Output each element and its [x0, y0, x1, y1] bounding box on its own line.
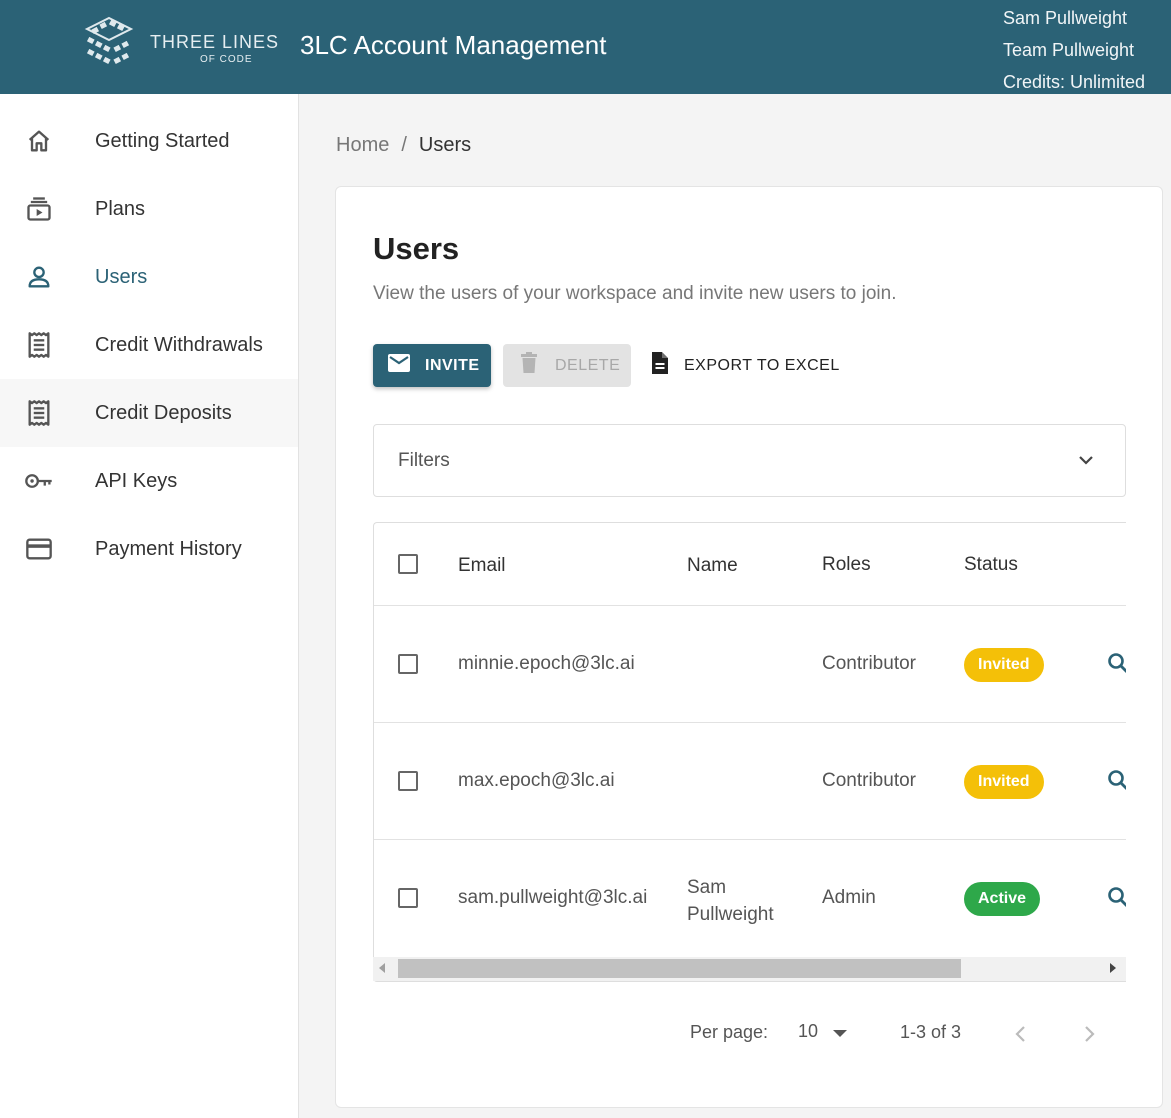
per-page-select[interactable]: 10 [798, 1021, 848, 1043]
breadcrumb-current: Users [418, 134, 472, 156]
chevron-right-icon[interactable] [1082, 1024, 1096, 1049]
row-checkbox[interactable] [398, 654, 418, 674]
delete-button-label: DELETE [555, 356, 621, 374]
user-name[interactable]: Sam Pullweight [1003, 2, 1145, 34]
cell-name-last: Pullweight [687, 904, 774, 925]
cell-name-first: Sam [687, 877, 727, 898]
cell-email: max.epoch@3lc.ai [458, 770, 615, 791]
cell-email: sam.pullweight@3lc.ai [458, 887, 648, 908]
chevron-down-icon [1077, 451, 1095, 474]
search-icon[interactable] [1107, 769, 1126, 796]
email-icon [387, 353, 411, 378]
per-page-value: 10 [798, 1021, 819, 1041]
chevron-left-icon[interactable] [1014, 1024, 1028, 1049]
three-lines-logo[interactable]: THREE LINES OF CODE [84, 16, 278, 70]
top-app-bar: THREE LINES OF CODE 3LC Account Manageme… [0, 0, 1171, 94]
app-title: 3LC Account Management [300, 30, 607, 60]
column-header-email[interactable]: Email [458, 555, 506, 577]
column-header-name[interactable]: Name [687, 555, 738, 577]
export-button-label: EXPORT TO EXCEL [684, 356, 840, 374]
sidebar-item-payment-history[interactable]: Payment History [0, 515, 298, 583]
pagination-range: 1-3 of 3 [900, 1022, 962, 1042]
user-icon [24, 262, 54, 292]
scrollbar-thumb[interactable] [398, 959, 961, 978]
export-to-excel-button[interactable]: EXPORT TO EXCEL [648, 344, 848, 387]
logo-text-primary: THREE LINES [150, 32, 280, 52]
page-subtitle: View the users of your workspace and inv… [373, 283, 897, 304]
breadcrumb-separator: / [401, 134, 407, 156]
filters-accordion[interactable]: Filters [373, 424, 1126, 497]
search-icon[interactable] [1107, 652, 1126, 679]
status-badge: Invited [964, 765, 1044, 799]
table-horizontal-scrollbar[interactable] [373, 957, 1126, 981]
cell-role: Contributor [822, 653, 916, 674]
table-row: minnie.epoch@3lc.ai Contributor Invited [374, 606, 1126, 723]
sidebar-item-label: Credit Withdrawals [95, 333, 263, 356]
breadcrumb-home-link[interactable]: Home [336, 134, 389, 156]
sidebar-item-api-keys[interactable]: API Keys [0, 447, 298, 515]
sidebar-item-credit-deposits[interactable]: Credit Deposits [0, 379, 298, 447]
column-header-status[interactable]: Status [964, 554, 1018, 576]
logo-text-secondary: OF CODE [200, 54, 253, 65]
document-icon [650, 351, 670, 380]
plans-icon [24, 194, 54, 224]
cube-logo-icon [84, 16, 134, 65]
credits-status: Credits: Unlimited [1002, 72, 1145, 92]
sidebar-item-label: Users [95, 265, 148, 288]
sidebar-item-users[interactable]: Users [0, 243, 298, 311]
sidebar-item-label: Getting Started [95, 129, 230, 152]
users-table: Email Name Roles Status minnie.epoch@3lc… [373, 522, 1126, 982]
row-checkbox[interactable] [398, 888, 418, 908]
user-info: Sam Pullweight Team Pullweight Credits: … [1003, 2, 1145, 98]
search-icon[interactable] [1107, 886, 1126, 913]
team-name: Team Pullweight [1002, 40, 1135, 60]
sidebar-item-label: Credit Deposits [95, 401, 232, 424]
cell-role: Contributor [822, 770, 916, 791]
key-icon [24, 466, 54, 496]
column-header-roles[interactable]: Roles [822, 554, 871, 576]
invite-button[interactable]: INVITE [373, 344, 491, 387]
sidebar-item-getting-started[interactable]: Getting Started [0, 107, 298, 175]
sidebar-item-credit-withdrawals[interactable]: Credit Withdrawals [0, 311, 298, 379]
sidebar-item-label: Payment History [95, 537, 242, 560]
users-card: Users View the users of your workspace a… [335, 186, 1163, 1108]
home-icon [24, 126, 54, 156]
caret-down-icon [833, 1022, 848, 1043]
page-title: Users [373, 231, 460, 266]
table-header-row: Email Name Roles Status [374, 523, 1126, 606]
cell-email: minnie.epoch@3lc.ai [458, 653, 635, 674]
cell-role: Admin [822, 887, 876, 908]
scroll-left-arrow-icon[interactable] [379, 963, 385, 973]
sidebar-item-label: API Keys [95, 469, 178, 492]
invite-button-label: INVITE [425, 356, 480, 374]
sidebar-item-label: Plans [95, 197, 146, 220]
cell-name: Sam Pullweight [687, 874, 774, 928]
breadcrumb: Home / Users [336, 134, 471, 157]
table-row: max.epoch@3lc.ai Contributor Invited [374, 723, 1126, 840]
sidebar-nav: Getting Started Plans Users Credit Withd… [0, 94, 299, 1118]
sidebar-item-plans[interactable]: Plans [0, 175, 298, 243]
receipt-icon [24, 330, 54, 360]
table-row: sam.pullweight@3lc.ai Sam Pullweight Adm… [374, 840, 1126, 957]
select-all-checkbox[interactable] [398, 554, 418, 574]
row-checkbox[interactable] [398, 771, 418, 791]
status-badge: Active [964, 882, 1041, 916]
credit-card-icon [24, 534, 54, 564]
status-badge: Invited [964, 648, 1044, 682]
filters-label: Filters [398, 450, 450, 471]
trash-icon [519, 352, 539, 379]
delete-button[interactable]: DELETE [503, 344, 631, 387]
scroll-right-arrow-icon[interactable] [1110, 963, 1116, 973]
per-page-label: Per page: [690, 1022, 769, 1042]
receipt-icon [24, 398, 54, 428]
